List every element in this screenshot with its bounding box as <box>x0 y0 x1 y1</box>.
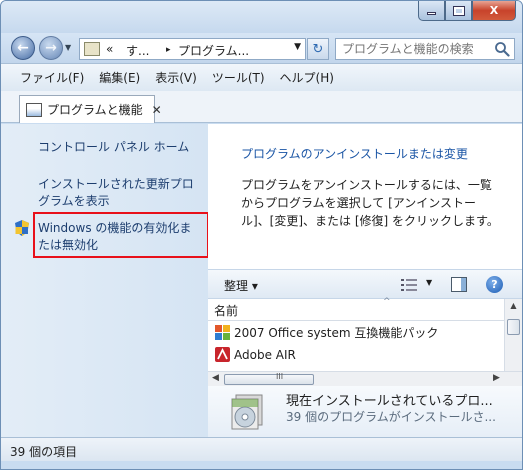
search-box[interactable] <box>335 38 515 60</box>
status-bar: 39 個の項目 <box>1 437 522 461</box>
search-input[interactable] <box>336 39 486 59</box>
page-title: プログラムのアンインストールまたは変更 <box>241 147 468 161</box>
main-pane: プログラムのアンインストールまたは変更 プログラムをアンインストールするには、一… <box>208 124 522 437</box>
menu-edit[interactable]: 編集(E) <box>99 69 140 86</box>
menu-bar: ファイル(F) 編集(E) 表示(V) ツール(T) ヘルプ(H) <box>1 63 522 91</box>
forward-button[interactable]: → <box>39 36 63 60</box>
address-dropdown-icon[interactable]: ▼ <box>294 42 301 52</box>
details-count: 39 個のプログラムがインストールさ... <box>286 410 496 424</box>
tab-strip: プログラムと機能 ✕ <box>1 91 522 123</box>
control-panel-icon <box>84 42 100 56</box>
breadcrumb-segment[interactable]: す... <box>126 42 149 59</box>
title-bar: X <box>1 1 522 33</box>
search-icon[interactable] <box>494 41 510 57</box>
maximize-icon <box>452 5 465 16</box>
breadcrumb-segment[interactable]: プログラム... <box>178 42 249 59</box>
help-button[interactable]: ? <box>486 276 503 293</box>
tab-programs-and-features[interactable]: プログラムと機能 ✕ <box>19 95 162 123</box>
preview-pane-icon[interactable] <box>451 277 467 292</box>
view-dropdown-icon[interactable]: ▼ <box>426 278 432 287</box>
breadcrumb-overflow[interactable]: « <box>106 42 113 56</box>
menu-help[interactable]: ヘルプ(H) <box>280 69 334 86</box>
program-name: 2007 Office system 互換機能パック <box>234 326 439 340</box>
command-bar: 整理 ▾ ▼ ? <box>208 269 522 299</box>
breadcrumb-separator-icon[interactable]: ▸ <box>166 45 171 55</box>
close-icon: X <box>489 4 499 17</box>
scroll-up-icon[interactable]: ▲ <box>507 301 520 315</box>
sort-ascending-icon: ^ <box>383 297 391 307</box>
address-bar-row: ← → ▼ « す... ▸ プログラム... ▼ ↻ <box>1 33 522 63</box>
horizontal-scroll-thumb[interactable] <box>224 374 314 385</box>
installed-updates-link[interactable]: インストールされた更新プログラムを表示 <box>38 176 202 210</box>
maximize-button[interactable] <box>445 1 472 21</box>
scroll-thumb[interactable] <box>507 319 520 335</box>
details-summary: 現在インストールされているプロ... <box>286 394 493 409</box>
details-pane: 現在インストールされているプロ... 39 個のプログラムがインストールさ... <box>208 386 522 437</box>
vertical-scrollbar[interactable]: ▲ <box>504 299 522 371</box>
adobe-air-icon <box>215 347 230 362</box>
column-header-name[interactable]: 名前 <box>214 302 238 319</box>
recent-pages-dropdown[interactable]: ▼ <box>65 43 71 52</box>
minimize-icon <box>427 12 436 15</box>
tab-close-icon[interactable]: ✕ <box>152 103 162 117</box>
task-pane: コントロール パネル ホーム インストールされた更新プログラムを表示 Windo… <box>1 124 209 437</box>
programs-and-features-window: X ← → ▼ « す... ▸ プログラム... ▼ ↻ ファイル(F) 編集… <box>0 0 523 470</box>
scroll-left-icon[interactable]: ◀ <box>212 373 219 383</box>
list-header: 名前 ^ <box>208 297 504 321</box>
close-button[interactable]: X <box>472 1 516 21</box>
list-item[interactable]: Adobe AIR <box>208 344 504 365</box>
address-field[interactable]: « す... ▸ プログラム... ▼ <box>79 38 306 60</box>
program-name: Adobe AIR <box>234 347 296 362</box>
page-description: プログラムをアンインストールするには、一覧からプログラムを選択して [アンインス… <box>241 178 499 228</box>
installed-programs-icon <box>231 394 263 430</box>
menu-tools[interactable]: ツール(T) <box>212 69 265 86</box>
highlight-box <box>33 212 209 258</box>
forward-arrow-icon: → <box>45 40 57 56</box>
control-panel-home-link[interactable]: コントロール パネル ホーム <box>38 139 189 156</box>
programs-icon <box>26 102 42 117</box>
minimize-button[interactable] <box>418 1 445 21</box>
scroll-right-icon[interactable]: ▶ <box>493 373 500 383</box>
menu-file[interactable]: ファイル(F) <box>20 69 84 86</box>
scroll-grip: III <box>276 372 284 381</box>
office-icon <box>215 325 230 340</box>
list-item[interactable]: 2007 Office system 互換機能パック <box>208 322 504 343</box>
organize-button[interactable]: 整理 ▾ <box>224 277 258 294</box>
back-arrow-icon: ← <box>17 40 29 56</box>
window-frame-bottom <box>1 461 522 469</box>
horizontal-scrollbar[interactable]: ◀ III ▶ <box>208 371 522 386</box>
menu-view[interactable]: 表示(V) <box>155 69 197 86</box>
refresh-button[interactable]: ↻ <box>307 38 329 60</box>
tab-label: プログラムと機能 <box>47 103 143 117</box>
view-options-icon[interactable] <box>401 278 417 292</box>
item-count: 39 個の項目 <box>10 445 78 459</box>
refresh-icon: ↻ <box>312 41 324 57</box>
caption-buttons: X <box>418 1 516 21</box>
back-button[interactable]: ← <box>11 36 35 60</box>
uac-shield-icon <box>15 220 29 236</box>
